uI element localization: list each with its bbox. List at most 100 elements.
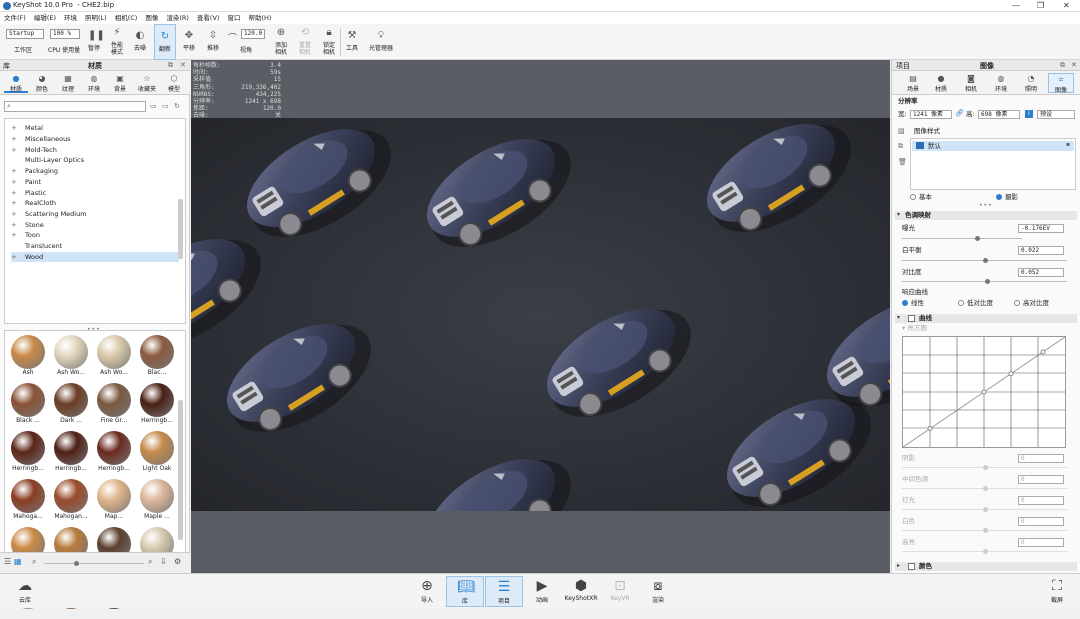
- performance-mode-button[interactable]: ⚡ 性能 模式: [106, 24, 128, 60]
- slider-knob[interactable]: [983, 486, 988, 491]
- midtone-slider[interactable]: [902, 486, 1067, 491]
- contrast-slider[interactable]: [902, 279, 1067, 284]
- slider-knob[interactable]: [985, 279, 990, 284]
- width-input[interactable]: 1241 像素: [910, 110, 952, 119]
- grid-view-icon[interactable]: ▦: [14, 557, 22, 566]
- panel-close-icon[interactable]: ✕: [180, 61, 186, 69]
- tab-image[interactable]: ⌗ 图像: [1048, 73, 1074, 94]
- menu-render[interactable]: 渲染(R): [162, 12, 193, 23]
- exposure-slider[interactable]: [902, 236, 1022, 241]
- slider-knob[interactable]: [975, 236, 980, 241]
- tree-item-toon[interactable]: + Toon: [11, 230, 179, 240]
- import-button[interactable]: ⊕ 导入: [408, 576, 446, 607]
- tree-scrollbar[interactable]: [178, 199, 183, 259]
- settings-icon[interactable]: ⚙: [174, 557, 181, 566]
- fov-input[interactable]: 120.0: [241, 29, 265, 39]
- white-balance-slider[interactable]: [902, 258, 1067, 263]
- menu-lighting[interactable]: 照明(L): [81, 12, 111, 23]
- render-viewport[interactable]: 每秒帧数: 3.4 时间: 59s 采样值 15 三角形: 219,336,402 NURBS:…: [191, 60, 890, 573]
- curve-editor[interactable]: [902, 336, 1066, 448]
- tab-textures[interactable]: ▦ 纹理: [56, 73, 80, 93]
- tab-models[interactable]: ⬡ 模型: [162, 73, 186, 93]
- undock-icon[interactable]: ⧉: [168, 61, 173, 70]
- material-swatch[interactable]: Mahogan...: [50, 477, 92, 523]
- tab-environment[interactable]: ◍ 环境: [988, 73, 1014, 93]
- preset-select[interactable]: 预设: [1037, 110, 1075, 119]
- expand-arrow-icon[interactable]: ▸: [897, 562, 900, 569]
- slider-knob[interactable]: [983, 465, 988, 470]
- close-icon[interactable]: ✕: [1063, 1, 1070, 10]
- style-item-default[interactable]: 默认 ▪: [912, 141, 1074, 151]
- pan-button[interactable]: ✥ 平移: [178, 24, 200, 60]
- undock-icon[interactable]: ⧉: [1060, 61, 1065, 70]
- tab-lighting[interactable]: ◔ 照明: [1018, 73, 1044, 93]
- tree-item-multi-layer-optics[interactable]: Multi-Layer Optics: [11, 155, 179, 165]
- tab-scene[interactable]: ▤ 场景: [900, 73, 926, 93]
- midtone-input[interactable]: 0: [1018, 475, 1064, 484]
- render-button[interactable]: ⧇ 渲染: [639, 576, 677, 607]
- cloud-library-button[interactable]: ☁ 云库: [6, 576, 44, 607]
- tools-button[interactable]: ⚒ 工具: [343, 24, 361, 60]
- tree-item-miscellaneous[interactable]: + Miscellaneous: [11, 134, 179, 144]
- collapse-arrow-icon[interactable]: ▾: [897, 211, 900, 218]
- material-swatch[interactable]: Herringb...: [7, 429, 49, 475]
- exposure-input[interactable]: -0.176EV: [1018, 224, 1064, 233]
- tree-item-metal[interactable]: + Metal: [11, 123, 179, 133]
- folder-add-icon[interactable]: ▭: [162, 102, 169, 110]
- tree-item-paint[interactable]: + Paint: [11, 177, 179, 187]
- reload-icon[interactable]: ↻: [174, 102, 180, 110]
- refresh-button[interactable]: ↻ 翻新: [154, 24, 176, 60]
- white-input[interactable]: 0: [1018, 517, 1064, 526]
- response-high-contrast-radio[interactable]: 高对比度: [1014, 299, 1049, 308]
- tab-materials[interactable]: ● 材质: [4, 73, 28, 93]
- tab-camera[interactable]: ◙ 相机: [958, 73, 984, 93]
- pause-button[interactable]: ❚❚ 暂停: [84, 24, 105, 60]
- material-swatch[interactable]: Ash: [7, 333, 49, 379]
- material-swatch[interactable]: Dark ...: [50, 381, 92, 427]
- add-camera-button[interactable]: ⊕ 添加 相机: [270, 24, 292, 60]
- panel-close-icon[interactable]: ✕: [1071, 61, 1077, 69]
- color-section-header[interactable]: 颜色: [895, 562, 1077, 571]
- material-swatch[interactable]: Blac...: [136, 333, 178, 379]
- library-button[interactable]: 📖︎ 库: [446, 576, 484, 607]
- thumbnail-size-slider[interactable]: [44, 561, 144, 566]
- keyvr-button[interactable]: ⊡ KeyVR: [601, 576, 639, 607]
- material-swatch[interactable]: Black ...: [7, 381, 49, 427]
- menu-file[interactable]: 文件(F): [0, 12, 30, 23]
- material-swatch[interactable]: Fine Gr...: [93, 381, 135, 427]
- menu-help[interactable]: 帮助(H): [244, 12, 275, 23]
- mode-basic-radio[interactable]: 基本: [910, 193, 932, 202]
- maximize-icon[interactable]: ❐: [1037, 1, 1044, 10]
- material-swatch[interactable]: Herringb...: [136, 381, 178, 427]
- material-swatch[interactable]: Ash Wo...: [50, 333, 92, 379]
- menu-view[interactable]: 查看(V): [193, 12, 224, 23]
- lock-camera-button[interactable]: 🔒︎ 锁定 相机: [318, 24, 340, 60]
- cpu-usage-select[interactable]: 100 %: [50, 29, 80, 39]
- rendered-image[interactable]: [191, 118, 890, 511]
- tree-item-mold-tech[interactable]: + Mold-Tech: [11, 145, 179, 155]
- reset-camera-button[interactable]: ⟲ 重置 相机: [294, 24, 316, 60]
- material-swatch[interactable]: Herringb...: [93, 429, 135, 475]
- tab-colors[interactable]: ◕ 颜色: [30, 73, 54, 93]
- material-swatch[interactable]: Ash Wo...: [93, 333, 135, 379]
- tab-material[interactable]: ● 材质: [928, 73, 954, 93]
- menu-window[interactable]: 窗口: [223, 12, 244, 23]
- menu-edit[interactable]: 编辑(E): [30, 12, 60, 23]
- menu-environment[interactable]: 环境: [60, 12, 81, 23]
- curve-checkbox[interactable]: [908, 315, 915, 322]
- tonemapping-section-header[interactable]: 色调映射: [895, 211, 1077, 220]
- animation-button[interactable]: ▶ 动画: [523, 576, 561, 607]
- list-view-icon[interactable]: ☰: [4, 557, 11, 566]
- mode-photographic-radio[interactable]: 摄影: [996, 193, 1018, 202]
- menu-image[interactable]: 图像: [141, 12, 162, 23]
- material-swatch[interactable]: Map...: [93, 477, 135, 523]
- slider-knob[interactable]: [983, 507, 988, 512]
- tree-item-translucent[interactable]: Translucent: [11, 241, 179, 251]
- response-linear-radio[interactable]: 线性: [902, 299, 924, 308]
- height-input[interactable]: 698 像素: [978, 110, 1020, 119]
- high-input[interactable]: 0: [1018, 538, 1064, 547]
- light-manager-button[interactable]: 💡︎ 光管理器: [365, 24, 397, 60]
- tab-favorites[interactable]: ☆ 收藏夹: [134, 73, 160, 93]
- response-low-contrast-radio[interactable]: 低对比度: [958, 299, 993, 308]
- slider-knob[interactable]: [983, 258, 988, 263]
